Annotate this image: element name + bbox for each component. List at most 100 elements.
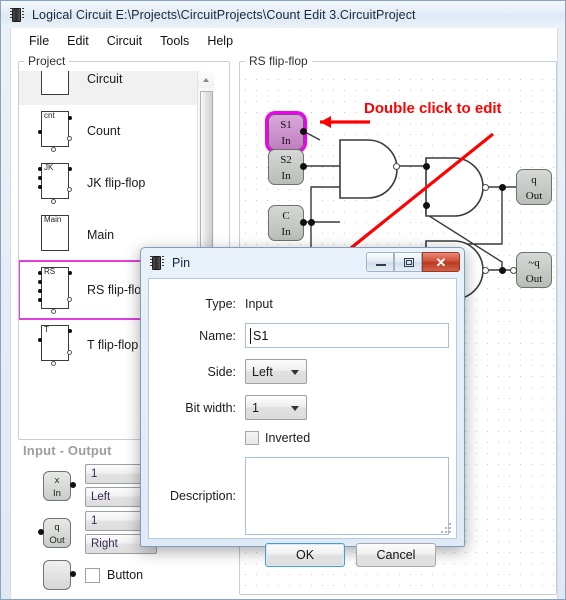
- button-checkbox[interactable]: [85, 567, 100, 583]
- pin-output-icon: q Out: [37, 516, 77, 550]
- io-row-pin-input[interactable]: x In 1 Left: [37, 464, 157, 507]
- wire-node: [423, 202, 430, 209]
- pin-input-bitwidth-value: 1: [91, 468, 98, 480]
- rs-symbol-icon: RS: [35, 265, 75, 315]
- chevron-up-icon: [203, 78, 209, 82]
- field-side: Side: Left: [149, 359, 307, 384]
- menu-circuit[interactable]: Circuit: [98, 32, 151, 50]
- pin-output-symbol-bottom: Out: [49, 534, 65, 546]
- dialog-buttons: OK Cancel: [265, 543, 436, 567]
- tree-item-label: RS flip-flop: [87, 283, 149, 297]
- window-buttons: ✕: [366, 252, 460, 272]
- pin-dialog[interactable]: Pin ✕ Type: Input Name: S1 Side: Left Bi…: [140, 247, 465, 567]
- resize-grip[interactable]: [441, 523, 453, 535]
- text-caret: [250, 328, 251, 344]
- wire-node: [308, 219, 315, 226]
- name-label: Name:: [199, 328, 236, 343]
- canvas-pin-nq-dir: Out: [525, 273, 543, 285]
- title-bar: Logical Circuit E:\Projects\CircuitProje…: [1, 1, 565, 28]
- field-inverted[interactable]: Inverted: [245, 431, 310, 445]
- t-symbol-text: T: [44, 325, 49, 334]
- tree-item-circuit[interactable]: cuit Circuit: [19, 71, 214, 105]
- pin-dialog-titlebar: Pin ✕: [141, 248, 464, 277]
- wire-terminal: [510, 267, 517, 274]
- canvas-pin-q[interactable]: q Out: [516, 169, 552, 205]
- inverter-bubble-icon: [393, 163, 400, 170]
- menu-bar: File Edit Circuit Tools Help: [10, 28, 558, 53]
- bit-width-combo[interactable]: 1: [245, 395, 307, 420]
- close-button[interactable]: ✕: [422, 252, 460, 272]
- main-symbol-text: Main: [44, 215, 62, 224]
- count-symbol-icon: cnt: [35, 109, 75, 153]
- jk-symbol-icon: JK: [35, 161, 75, 205]
- description-textarea[interactable]: [245, 457, 449, 535]
- menu-tools[interactable]: Tools: [151, 32, 198, 50]
- wire-node: [499, 267, 506, 274]
- chip-icon: [150, 255, 164, 271]
- menu-file[interactable]: File: [20, 32, 58, 50]
- button-label: Button: [107, 568, 144, 582]
- type-value: Input: [245, 297, 273, 311]
- circuit-symbol-icon: cuit: [35, 71, 75, 101]
- field-type: Type: Input: [149, 297, 273, 311]
- chevron-down-icon: [291, 370, 299, 375]
- application-window: Logical Circuit E:\Projects\CircuitProje…: [0, 0, 566, 600]
- ok-button[interactable]: OK: [265, 543, 345, 567]
- t-symbol-icon: T: [35, 323, 75, 367]
- pin-output-side-value: Right: [91, 538, 118, 550]
- wire-node: [300, 219, 307, 226]
- description-label: Description:: [170, 489, 236, 503]
- pin-dialog-title: Pin: [172, 255, 191, 270]
- tree-item-label: JK flip-flop: [87, 176, 146, 190]
- canvas-pin-s2-dir: In: [281, 170, 291, 182]
- bit-width-combo-value: 1: [252, 400, 259, 415]
- canvas-pin-nq-name: ~q: [528, 257, 540, 269]
- wire-node: [300, 163, 307, 170]
- pin-input-side-value: Left: [91, 491, 111, 503]
- tree-item-label: Count: [87, 124, 121, 138]
- pin-input-symbol-top: x: [54, 474, 60, 486]
- io-row-pin-output[interactable]: q Out 1 Right: [37, 511, 157, 554]
- minimize-button[interactable]: [366, 252, 394, 272]
- cancel-button[interactable]: Cancel: [356, 543, 436, 567]
- jk-symbol-text: JK: [44, 163, 54, 172]
- pin-output-bitwidth-value: 1: [91, 515, 98, 527]
- canvas-pin-s2[interactable]: S2 In: [268, 149, 304, 185]
- canvas-pin-nq[interactable]: ~q Out: [516, 252, 552, 288]
- scrollbar-thumb[interactable]: [200, 91, 213, 261]
- scroll-up-button[interactable]: [198, 71, 214, 88]
- side-combo-value: Left: [252, 364, 273, 379]
- canvas-pin-q-name: q: [531, 174, 537, 186]
- field-description: Description:: [149, 457, 449, 535]
- canvas-pin-s1[interactable]: S1 In: [268, 114, 304, 150]
- canvas-pin-c[interactable]: C In: [268, 205, 304, 241]
- rs-symbol-text: RS: [44, 267, 56, 276]
- tree-item-count[interactable]: cnt Count: [19, 105, 214, 157]
- tree-item-label: Main: [87, 228, 115, 242]
- field-bit-width: Bit width: 1: [149, 395, 307, 420]
- project-groupbox-label: Project: [24, 54, 70, 68]
- count-symbol-text: cnt: [44, 111, 55, 120]
- pin-dialog-body: Type: Input Name: S1 Side: Left Bit widt…: [148, 278, 457, 567]
- canvas-groupbox-label: RS flip-flop: [245, 54, 312, 68]
- menu-edit[interactable]: Edit: [58, 32, 98, 50]
- maximize-button[interactable]: [394, 252, 422, 272]
- canvas-pin-s1-dir: In: [281, 135, 291, 147]
- io-row-button[interactable]: Button: [37, 558, 143, 592]
- bit-width-label: Bit width:: [185, 400, 236, 415]
- canvas-pin-c-dir: In: [281, 226, 291, 238]
- inverted-checkbox[interactable]: [245, 431, 259, 445]
- tree-item-label: T flip-flop: [87, 338, 139, 352]
- side-label: Side:: [207, 364, 237, 379]
- tree-item-jk-flip-flop[interactable]: JK JK flip-flop: [19, 157, 214, 209]
- name-input[interactable]: S1: [245, 323, 449, 348]
- menu-help[interactable]: Help: [198, 32, 242, 50]
- inverter-bubble-icon: [482, 184, 489, 191]
- inverted-label: Inverted: [265, 431, 311, 445]
- type-label: Type:: [205, 297, 236, 311]
- main-symbol-icon: Main: [35, 213, 75, 257]
- pin-input-icon: x In: [37, 469, 77, 503]
- field-name: Name: S1: [149, 323, 449, 348]
- side-combo[interactable]: Left: [245, 359, 307, 384]
- window-title: Logical Circuit E:\Projects\CircuitProje…: [32, 7, 416, 22]
